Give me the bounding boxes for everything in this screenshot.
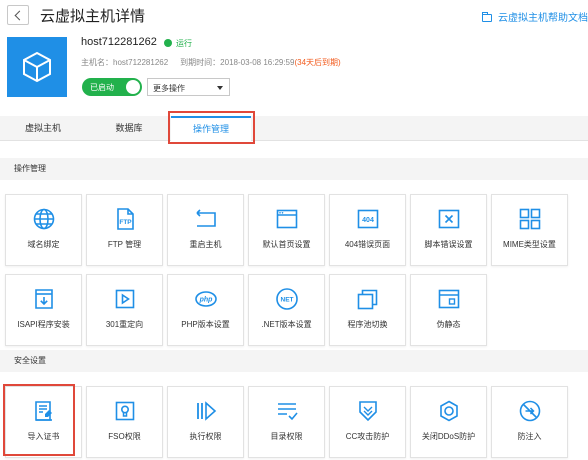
operations-card-12[interactable]: 伪静态 xyxy=(410,274,487,346)
card-label: PHP版本设置 xyxy=(181,320,230,329)
card-label: 重启主机 xyxy=(189,240,222,249)
operations-card-7[interactable]: ISAPI程序安装 xyxy=(5,274,82,346)
fso-icon xyxy=(115,401,135,421)
directory-icon xyxy=(278,403,298,421)
card-label: 目录权限 xyxy=(270,432,303,441)
page-title: 云虚拟主机详情 xyxy=(40,8,146,25)
card-label: FTP 管理 xyxy=(107,240,142,249)
card-label: 导入证书 xyxy=(27,432,60,441)
operations-card-9[interactable]: php PHP版本设置 xyxy=(167,274,244,346)
security-card-2[interactable]: 执行权限 xyxy=(167,386,244,458)
operations-card-2[interactable]: 重启主机 xyxy=(167,194,244,266)
operations-card-8[interactable]: 301重定向 xyxy=(86,274,163,346)
security-card-1[interactable]: FSO权限 xyxy=(86,386,163,458)
card-label: .NET版本设置 xyxy=(261,320,312,329)
toggle-knob xyxy=(126,80,140,94)
card-label: 默认首页设置 xyxy=(262,240,311,249)
card-label: 程序池切换 xyxy=(347,320,388,329)
pool-switch-icon xyxy=(357,289,378,310)
svg-text:404: 404 xyxy=(362,217,374,224)
chevron-down-icon xyxy=(217,86,223,90)
globe-icon xyxy=(33,208,55,230)
error-404-icon: 404 xyxy=(357,209,379,229)
svg-text:NET: NET xyxy=(281,297,294,304)
page-header: 云虚拟主机详情 云虚拟主机帮助文档 xyxy=(0,0,588,30)
section-operations: 操作管理 xyxy=(0,158,588,180)
ddos-icon xyxy=(440,400,458,422)
help-link-label: 云虚拟主机帮助文档 xyxy=(498,13,588,24)
tab-operations[interactable]: 操作管理 xyxy=(171,116,251,141)
anti-injection-icon xyxy=(519,400,541,422)
security-card-6[interactable]: 防注入 xyxy=(491,386,568,458)
folder-icon xyxy=(482,12,492,22)
card-label: 防注入 xyxy=(517,432,542,441)
script-error-icon xyxy=(438,209,460,229)
meta-host-label: 主机名： xyxy=(81,58,113,67)
status-label: 运行 xyxy=(176,39,192,48)
meta-expire-label: 到期时间： xyxy=(180,58,221,67)
operations-card-3[interactable]: 默认首页设置 xyxy=(248,194,325,266)
cc-shield-icon xyxy=(359,401,377,422)
operations-card-1[interactable]: FTP FTP 管理 xyxy=(86,194,163,266)
tab-bar: 虚拟主机 数据库 操作管理 xyxy=(0,116,588,141)
card-label: CC攻击防护 xyxy=(345,432,390,441)
card-label: 域名绑定 xyxy=(27,240,60,249)
back-button[interactable] xyxy=(7,5,29,25)
operations-card-10[interactable]: NET .NET版本设置 xyxy=(248,274,325,346)
operations-card-5[interactable]: 脚本错误设置 xyxy=(410,194,487,266)
card-label: 脚本错误设置 xyxy=(424,240,473,249)
dotnet-icon: NET xyxy=(276,288,298,310)
certificate-icon xyxy=(35,401,52,421)
security-card-3[interactable]: 目录权限 xyxy=(248,386,325,458)
more-actions-select[interactable]: 更多操作 xyxy=(147,78,230,96)
section-security: 安全设置 xyxy=(0,350,588,372)
execute-icon xyxy=(197,401,217,421)
power-toggle[interactable]: 已启动 xyxy=(82,78,142,96)
host-cube-icon xyxy=(7,37,67,97)
status-dot-icon xyxy=(164,39,172,47)
php-icon: php xyxy=(195,291,217,307)
security-card-5[interactable]: 关闭DDoS防护 xyxy=(410,386,487,458)
host-meta: 主机名：host712281262 到期时间：2018-03-08 16:29:5… xyxy=(81,57,341,68)
operations-card-0[interactable]: 域名绑定 xyxy=(5,194,82,266)
install-icon xyxy=(35,289,53,309)
tab-virtual-host[interactable]: 虚拟主机 xyxy=(0,116,86,141)
operations-card-4[interactable]: 404 404错误页面 xyxy=(329,194,406,266)
tab-database[interactable]: 数据库 xyxy=(86,116,172,141)
meta-expire-value: 2018-03-08 16:29:59 xyxy=(220,58,295,67)
card-label: MIME类型设置 xyxy=(503,240,556,249)
svg-text:FTP: FTP xyxy=(119,219,132,226)
ftp-icon: FTP xyxy=(117,208,134,230)
help-link[interactable]: 云虚拟主机帮助文档 xyxy=(482,9,588,24)
card-label: FSO权限 xyxy=(108,432,141,441)
operations-card-11[interactable]: 程序池切换 xyxy=(329,274,406,346)
svg-text:php: php xyxy=(199,297,214,304)
more-actions-label: 更多操作 xyxy=(153,84,185,93)
rewrite-icon xyxy=(438,289,460,309)
homepage-icon xyxy=(276,209,298,229)
restart-icon xyxy=(196,209,216,227)
security-card-4[interactable]: CC攻击防护 xyxy=(329,386,406,458)
card-label: 伪静态 xyxy=(436,320,461,329)
card-label: 404错误页面 xyxy=(344,240,391,249)
redirect-icon xyxy=(115,289,135,309)
status-badge: 运行 xyxy=(164,38,192,49)
card-label: 执行权限 xyxy=(189,432,222,441)
power-toggle-label: 已启动 xyxy=(90,83,114,92)
card-label: 301重定向 xyxy=(105,320,144,329)
card-label: 关闭DDoS防护 xyxy=(421,432,476,441)
card-label: ISAPI程序安装 xyxy=(17,320,70,329)
mime-grid-icon xyxy=(519,208,541,230)
operations-card-6[interactable]: MIME类型设置 xyxy=(491,194,568,266)
host-name: host712281262 xyxy=(81,36,157,48)
meta-expire-warning: (34天后到期) xyxy=(294,58,341,67)
meta-host-value: host712281262 xyxy=(113,58,169,67)
security-card-0[interactable]: 导入证书 xyxy=(5,386,82,458)
